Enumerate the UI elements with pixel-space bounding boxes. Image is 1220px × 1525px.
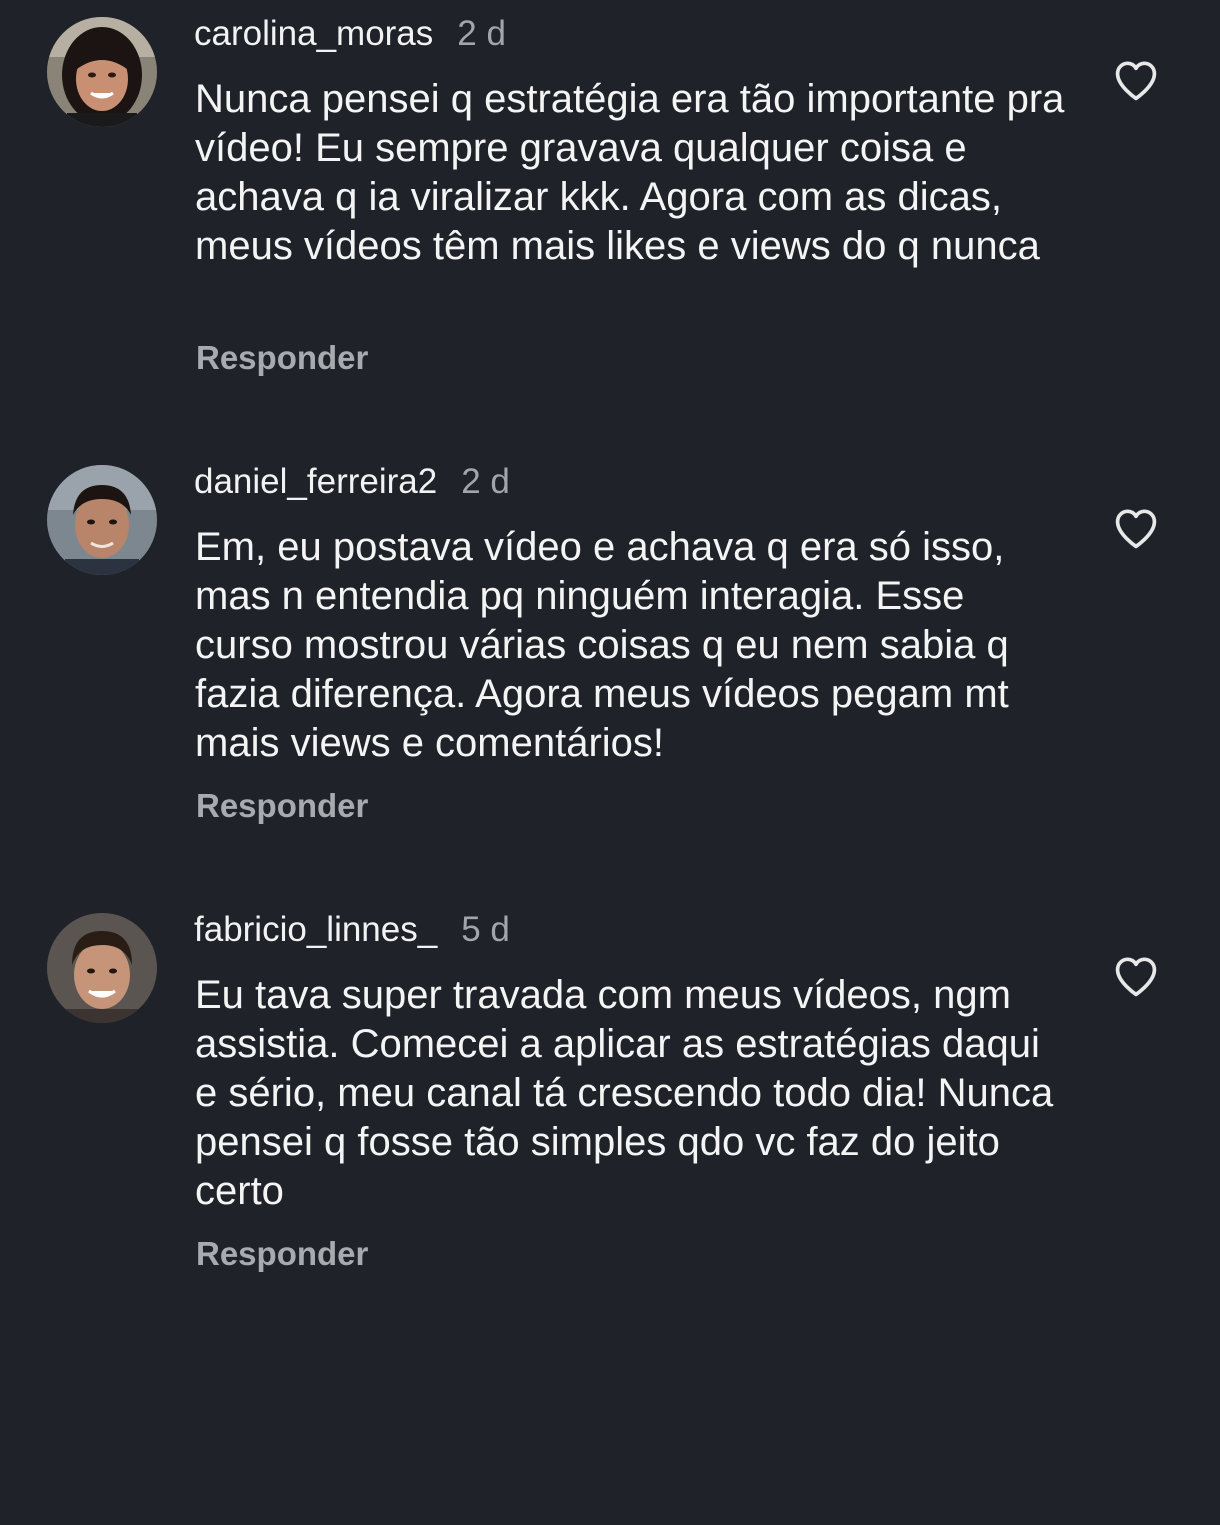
comment-text: Eu tava super travada com meus vídeos, n… [195,973,1054,1213]
avatar[interactable] [47,17,157,127]
username[interactable]: carolina_moras [194,14,433,53]
avatar[interactable] [47,465,157,575]
timestamp: 2 d [461,462,510,501]
avatar-man-image [47,465,157,575]
like-button[interactable] [1110,54,1162,106]
comment-meta: carolina_moras 2 d [194,14,506,54]
reply-button[interactable]: Responder [196,338,368,378]
avatar[interactable] [47,913,157,1023]
username[interactable]: fabricio_linnes_ [194,910,437,949]
timestamp: 2 d [457,14,506,53]
username[interactable]: daniel_ferreira2 [194,462,437,501]
avatar-man-image [47,913,157,1023]
comment-meta: fabricio_linnes_ 5 d [194,910,510,950]
like-button[interactable] [1110,502,1162,554]
comment-item: fabricio_linnes_ 5 d Eu tava super travad… [0,896,1220,1316]
comment-text: Nunca pensei q estratégia era tão import… [195,77,1065,268]
comment-text: Em, eu postava vídeo e achava q era só i… [195,525,1009,765]
comment-item: carolina_moras 2 d Nunca pensei q estraté… [0,0,1220,420]
like-button[interactable] [1110,950,1162,1002]
avatar-woman-image [47,17,157,127]
timestamp: 5 d [461,910,510,949]
heart-outline-icon [1115,509,1157,549]
comment-meta: daniel_ferreira2 2 d [194,462,510,502]
reply-button[interactable]: Responder [196,1234,368,1274]
reply-button[interactable]: Responder [196,786,368,826]
heart-outline-icon [1115,957,1157,997]
comment-item: daniel_ferreira2 2 d Em, eu postava vídeo… [0,448,1220,868]
heart-outline-icon [1115,61,1157,101]
